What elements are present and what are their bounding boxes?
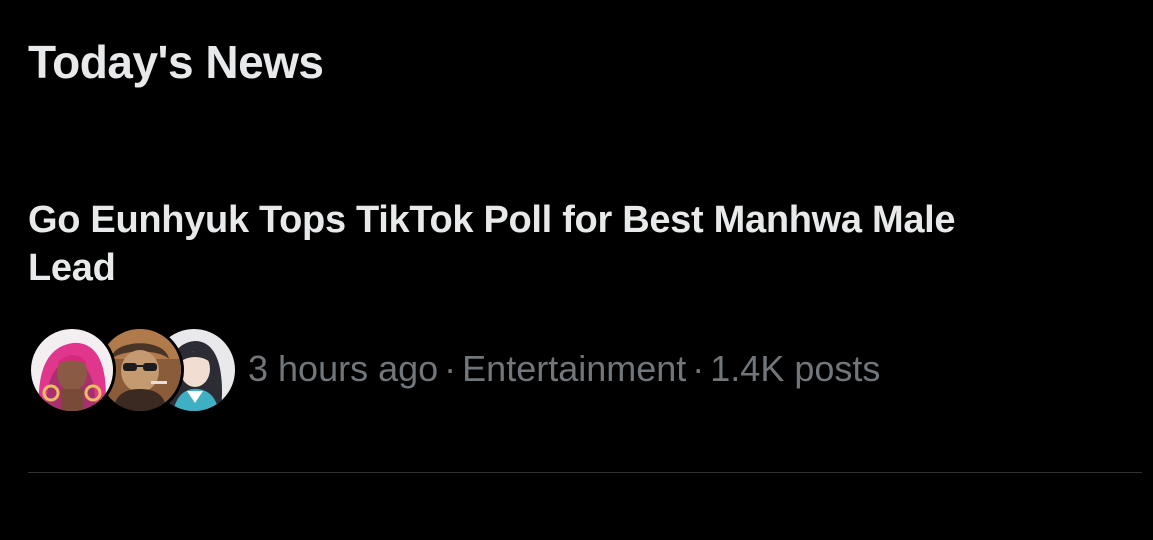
section-title: Today's News [28, 36, 324, 88]
avatar-pink-hair-icon [28, 326, 116, 414]
news-time-ago: 3 hours ago [248, 348, 439, 389]
section-divider [28, 472, 1142, 473]
news-meta-row: 3 hours ago · Entertainment · 1.4K posts [28, 326, 880, 414]
meta-separator: · [692, 348, 705, 389]
avatar-stack [28, 326, 238, 414]
news-meta-text: 3 hours ago · Entertainment · 1.4K posts [248, 347, 880, 391]
news-headline[interactable]: Go Eunhyuk Tops TikTok Poll for Best Man… [28, 196, 1018, 292]
meta-separator: · [444, 348, 457, 389]
news-posts-count: 1.4K posts [710, 348, 881, 389]
news-category: Entertainment [462, 348, 687, 389]
news-item[interactable]: Go Eunhyuk Tops TikTok Poll for Best Man… [28, 196, 1128, 414]
